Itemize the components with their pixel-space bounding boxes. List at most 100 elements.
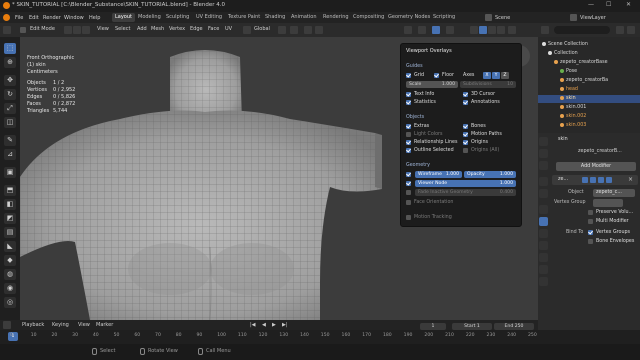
- multi-modifier-checkbox[interactable]: Multi Modifier: [588, 218, 629, 225]
- tab-texture-paint[interactable]: Texture Paint: [225, 13, 263, 22]
- 3d-cursor-checkbox[interactable]: 3D Cursor: [463, 91, 495, 98]
- menu-file[interactable]: File: [15, 15, 23, 21]
- menu-add[interactable]: Add: [137, 26, 147, 32]
- outliner-row[interactable]: Collection👁: [538, 50, 640, 58]
- modifier-toggle-icon[interactable]: [606, 177, 612, 183]
- select-tool-icon[interactable]: ⬚: [4, 43, 16, 54]
- spin-tool-icon[interactable]: ◍: [4, 269, 16, 280]
- outliner-row[interactable]: zepeto_creatorBase👁: [538, 59, 640, 67]
- transform-tool-icon[interactable]: ◫: [4, 117, 16, 128]
- menu-edit[interactable]: Edit: [29, 15, 39, 21]
- scene-icon[interactable]: [485, 14, 492, 21]
- bevel-tool-icon[interactable]: ◩: [4, 213, 16, 224]
- tab-sculpting[interactable]: Sculpting: [163, 13, 192, 22]
- axis-y-toggle[interactable]: Y: [492, 72, 500, 79]
- modifier-header[interactable]: ze... ×: [552, 175, 638, 185]
- transform-orientation-selector[interactable]: Global: [254, 26, 270, 32]
- wireframe-threshold-slider[interactable]: Wireframe 1.000: [415, 171, 462, 178]
- menu-select[interactable]: Select: [115, 26, 130, 32]
- face-select-icon[interactable]: [82, 26, 90, 34]
- jump-end-button[interactable]: ▶|: [282, 322, 288, 328]
- object-field[interactable]: zepeto_c...: [593, 189, 635, 197]
- edge-select-icon[interactable]: [73, 26, 81, 34]
- xray-icon[interactable]: [446, 26, 454, 34]
- play-button[interactable]: ▶: [272, 322, 276, 328]
- data-properties-icon[interactable]: [539, 253, 548, 262]
- tab-layout[interactable]: Layout: [112, 13, 135, 22]
- tool-properties-icon[interactable]: [539, 137, 548, 146]
- view-layer-icon[interactable]: [570, 14, 577, 21]
- light-colors-checkbox[interactable]: Light Colors: [406, 131, 443, 138]
- scene-properties-icon[interactable]: [539, 177, 548, 186]
- close-button[interactable]: ✕: [626, 1, 631, 8]
- menu-render[interactable]: Render: [43, 15, 61, 21]
- statistics-checkbox[interactable]: Statistics: [406, 99, 436, 106]
- overlays-icon[interactable]: [432, 26, 440, 34]
- material-properties-icon[interactable]: [539, 265, 548, 274]
- bones-checkbox[interactable]: Bones: [463, 123, 486, 130]
- axis-z-toggle[interactable]: Z: [501, 72, 509, 79]
- start-frame-field[interactable]: Start 1: [452, 323, 492, 330]
- motion-paths-checkbox[interactable]: Motion Paths: [463, 131, 502, 138]
- outline-selected-checkbox[interactable]: Outline Selected: [406, 147, 454, 154]
- shading-wireframe-icon[interactable]: [470, 26, 478, 34]
- menu-timeline-view[interactable]: View: [78, 322, 90, 328]
- wireframe-opacity-slider[interactable]: Opacity 1.000: [464, 171, 516, 178]
- move-tool-icon[interactable]: ✥: [4, 75, 16, 86]
- origins-checkbox[interactable]: Origins: [463, 139, 488, 146]
- modifier-toggle-icon[interactable]: [598, 177, 604, 183]
- outliner-row[interactable]: Pose: [538, 68, 640, 76]
- scene-name[interactable]: Scene: [495, 15, 510, 21]
- text-info-checkbox[interactable]: Text Info: [406, 91, 434, 98]
- modifier-toggle-icon[interactable]: [582, 177, 588, 183]
- smooth-tool-icon[interactable]: ◉: [4, 283, 16, 294]
- menu-mesh[interactable]: Mesh: [151, 26, 164, 32]
- play-reverse-button[interactable]: ◀: [262, 322, 266, 328]
- viewer-node-checkbox[interactable]: [406, 180, 414, 187]
- snap-icon[interactable]: [290, 26, 298, 34]
- tab-uv-editing[interactable]: UV Editing: [193, 13, 225, 22]
- motion-tracking-checkbox[interactable]: Motion Tracking: [406, 214, 452, 221]
- extrude-tool-icon[interactable]: ⬒: [4, 185, 16, 196]
- shrink-fatten-tool-icon[interactable]: ◎: [4, 297, 16, 308]
- render-properties-icon[interactable]: [539, 149, 548, 158]
- gizmo-icon[interactable]: [418, 26, 426, 34]
- object-properties-icon[interactable]: [539, 205, 548, 214]
- annotate-tool-icon[interactable]: ✎: [4, 135, 16, 146]
- tab-rendering[interactable]: Rendering: [320, 13, 352, 22]
- outliner-row-selected[interactable]: skin👁: [538, 95, 640, 103]
- tab-geometry-nodes[interactable]: Geometry Nodes: [385, 13, 433, 22]
- maximize-button[interactable]: ☐: [606, 1, 611, 8]
- minimize-button[interactable]: —: [588, 1, 594, 8]
- modifier-name[interactable]: ze...: [558, 177, 568, 182]
- fade-inactive-checkbox[interactable]: [406, 189, 414, 196]
- outliner-row[interactable]: skin.002👁: [538, 113, 640, 121]
- face-orientation-checkbox[interactable]: Face Orientation: [406, 199, 453, 206]
- view-layer-name[interactable]: ViewLayer: [580, 15, 606, 21]
- menu-view[interactable]: View: [97, 26, 109, 32]
- vertex-groups-checkbox[interactable]: Vertex Groups: [588, 229, 630, 236]
- texture-properties-icon[interactable]: [539, 277, 548, 286]
- tab-shading[interactable]: Shading: [262, 13, 288, 22]
- timeline-editor-icon[interactable]: [3, 321, 11, 329]
- scale-tool-icon[interactable]: ⤢: [4, 103, 16, 114]
- axis-x-toggle[interactable]: X: [483, 72, 491, 79]
- modifier-close-icon[interactable]: ×: [628, 176, 633, 183]
- modifier-toggle-icon[interactable]: [590, 177, 596, 183]
- shading-rendered-icon[interactable]: [497, 26, 505, 34]
- new-collection-icon[interactable]: [627, 26, 635, 34]
- bone-envelopes-checkbox[interactable]: Bone Envelopes: [588, 238, 634, 245]
- physics-properties-icon[interactable]: [539, 229, 548, 238]
- output-properties-icon[interactable]: [539, 161, 548, 170]
- constraints-properties-icon[interactable]: [539, 241, 548, 250]
- knife-tool-icon[interactable]: ◣: [4, 241, 16, 252]
- menu-help[interactable]: Help: [89, 15, 100, 21]
- loop-cut-tool-icon[interactable]: ▤: [4, 227, 16, 238]
- origins-all-checkbox[interactable]: Origins (All): [463, 147, 499, 154]
- preserve-volume-checkbox[interactable]: Preserve Volu...: [588, 209, 633, 216]
- editor-type-icon[interactable]: [3, 26, 11, 34]
- annotations-checkbox[interactable]: Annotations: [463, 99, 500, 106]
- menu-uv[interactable]: UV: [225, 26, 232, 32]
- menu-face[interactable]: Face: [208, 26, 219, 32]
- outliner-editor-icon[interactable]: [541, 26, 549, 34]
